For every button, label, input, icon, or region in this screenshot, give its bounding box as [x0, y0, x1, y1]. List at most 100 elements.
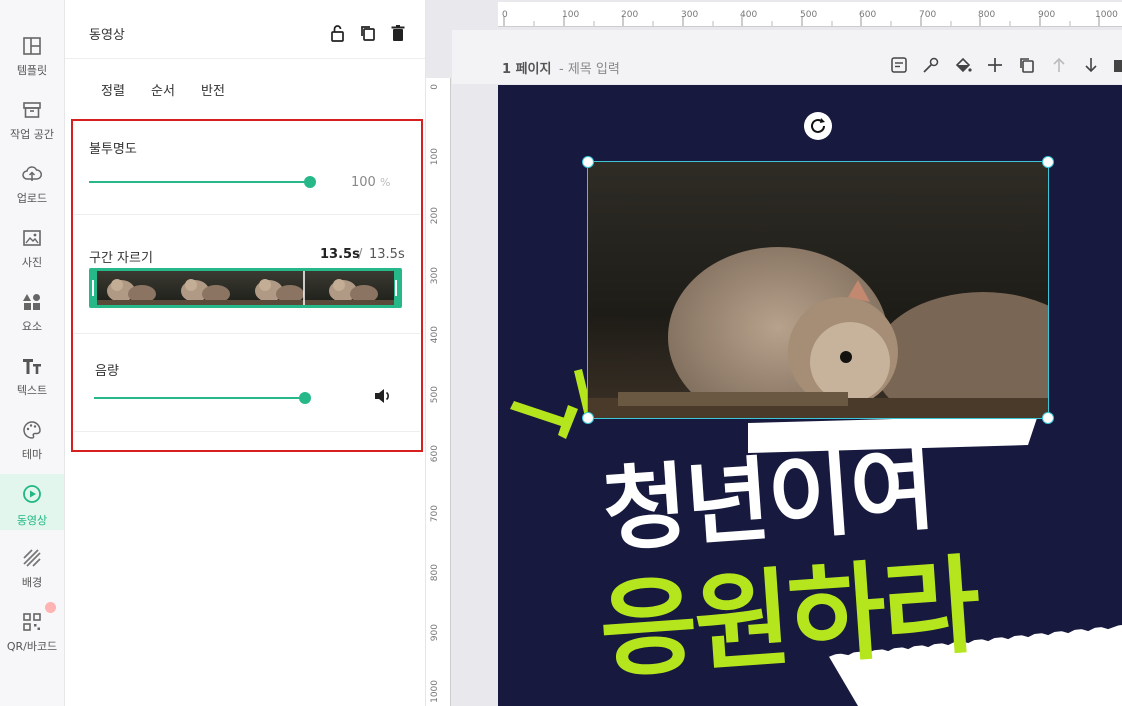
ruler-tick: 900	[1038, 10, 1056, 20]
notification-dot	[45, 602, 56, 613]
trim-total: 13.5s	[369, 247, 405, 262]
opacity-label: 불투명도	[89, 142, 137, 157]
copy-page-icon[interactable]	[1018, 56, 1036, 74]
panel-title: 동영상	[89, 28, 125, 43]
speaker-icon[interactable]	[374, 388, 392, 404]
ruler-tick: 300	[681, 10, 699, 20]
rail-label: 텍스트	[16, 384, 48, 397]
rail-item-background[interactable]: 배경	[0, 548, 64, 610]
opacity-slider-track[interactable]	[89, 181, 311, 183]
divider	[74, 333, 420, 334]
rail-item-video[interactable]: 동영상	[0, 474, 64, 530]
trim-timeline[interactable]	[89, 268, 402, 308]
resize-handle-bottom-left[interactable]	[582, 412, 594, 424]
ruler-tick: 500	[430, 386, 440, 404]
template-icon	[23, 37, 41, 55]
ruler-tick: 200	[621, 10, 639, 20]
rail-label: 사진	[21, 256, 43, 269]
thumbnail-1	[97, 271, 171, 305]
rail-label: 요소	[21, 320, 43, 333]
opacity-slider-knob[interactable]	[304, 176, 316, 188]
rail-item-theme[interactable]: 테마	[0, 420, 64, 482]
move-up-icon[interactable]	[1050, 56, 1068, 74]
rail-label: 업로드	[16, 192, 48, 205]
trim-handle-left[interactable]	[92, 280, 94, 296]
qr-icon	[23, 613, 41, 631]
thumbnail-4	[319, 271, 394, 305]
palette-icon	[23, 421, 41, 439]
thumbnail-2	[171, 271, 245, 305]
rotate-icon	[811, 118, 825, 133]
rail-label: QR/바코드	[6, 640, 58, 653]
ruler-tick: 600	[430, 445, 440, 463]
opacity-value[interactable]: 100	[351, 175, 376, 190]
ruler-tick: 1000	[430, 680, 440, 703]
background-icon	[23, 549, 41, 567]
rail-label: 배경	[21, 576, 43, 589]
opacity-unit: %	[380, 176, 391, 189]
video-play-icon	[23, 485, 41, 503]
duplicate-icon[interactable]	[359, 24, 377, 42]
ruler-top: 0 100 200 300 400 500 600 700 800 900 10…	[498, 2, 1122, 27]
ruler-left: 0 100 200 300 400 500 600 700 800 900 10…	[426, 78, 451, 706]
unlock-icon[interactable]	[329, 24, 347, 42]
ruler-tick: 300	[430, 267, 440, 285]
page-title-input[interactable]: - 제목 입력	[559, 58, 620, 77]
trim-current: 13.5s	[320, 247, 360, 262]
rail-label: 작업 공간	[10, 128, 54, 141]
rail-item-upload[interactable]: 업로드	[0, 164, 64, 226]
move-down-icon[interactable]	[1082, 56, 1100, 74]
divider	[65, 58, 425, 59]
trash-icon[interactable]	[389, 24, 407, 42]
tab-order[interactable]: 순서	[151, 80, 175, 99]
page-header: 1 페이지 - 제목 입력	[452, 30, 1122, 84]
volume-slider-knob[interactable]	[299, 392, 311, 404]
rail-item-text[interactable]: 텍스트	[0, 356, 64, 418]
rail-label: 테마	[21, 448, 43, 461]
timeline-thumbnails	[97, 271, 394, 305]
trim-handle-right[interactable]	[395, 280, 397, 296]
rail-label: 동영상	[16, 514, 48, 527]
ruler-tick: 900	[430, 624, 440, 642]
tab-align[interactable]: 정렬	[101, 80, 125, 99]
volume-slider-track[interactable]	[94, 397, 306, 399]
note-icon[interactable]	[890, 56, 908, 74]
resize-handle-top-left[interactable]	[582, 156, 594, 168]
delete-page-icon[interactable]	[1112, 56, 1122, 74]
ruler-tick: 0	[430, 84, 440, 90]
ruler-tick: 1000	[1095, 10, 1118, 20]
ruler-tick: 700	[919, 10, 937, 20]
resize-handle-top-right[interactable]	[1042, 156, 1054, 168]
rotate-handle[interactable]	[804, 112, 832, 140]
trim-label: 구간 자르기	[89, 251, 153, 266]
design-page[interactable]: 청년이여 응원하라	[498, 85, 1122, 706]
paint-bucket-icon[interactable]	[954, 56, 972, 74]
selection-outline	[587, 161, 1049, 419]
ruler-tick: 800	[430, 564, 440, 582]
resize-handle-bottom-right[interactable]	[1042, 412, 1054, 424]
ruler-tick: 700	[430, 505, 440, 523]
rail-label: 템플릿	[16, 64, 48, 77]
ruler-tick: 100	[562, 10, 580, 20]
add-page-icon[interactable]	[986, 56, 1004, 74]
page-label: 1 페이지	[502, 62, 552, 77]
volume-label: 음량	[95, 364, 119, 379]
rail-item-workspace[interactable]: 작업 공간	[0, 100, 64, 162]
rail-item-photo[interactable]: 사진	[0, 228, 64, 290]
magic-wand-icon[interactable]	[922, 56, 940, 74]
ruler-tick: 200	[430, 207, 440, 225]
ruler-tick: 600	[859, 10, 877, 20]
rail-item-qr[interactable]: QR/바코드	[0, 612, 64, 674]
elements-icon	[23, 294, 40, 310]
tab-flip[interactable]: 반전	[201, 80, 225, 99]
ruler-tick: 800	[978, 10, 996, 20]
left-tool-rail: 템플릿 작업 공간 업로드 사진 요소 텍스트 테마 동영상 배경 QR/바코드	[0, 0, 65, 706]
headline-line-2[interactable]: 응원하라	[594, 519, 982, 699]
rail-item-elements[interactable]: 요소	[0, 292, 64, 354]
trim-separator: /	[358, 247, 363, 262]
ruler-tick: 500	[800, 10, 818, 20]
workspace-icon	[23, 102, 41, 118]
ruler-tick: 0	[502, 10, 508, 20]
rail-item-template[interactable]: 템플릿	[0, 36, 64, 98]
upload-cloud-icon	[22, 166, 42, 181]
